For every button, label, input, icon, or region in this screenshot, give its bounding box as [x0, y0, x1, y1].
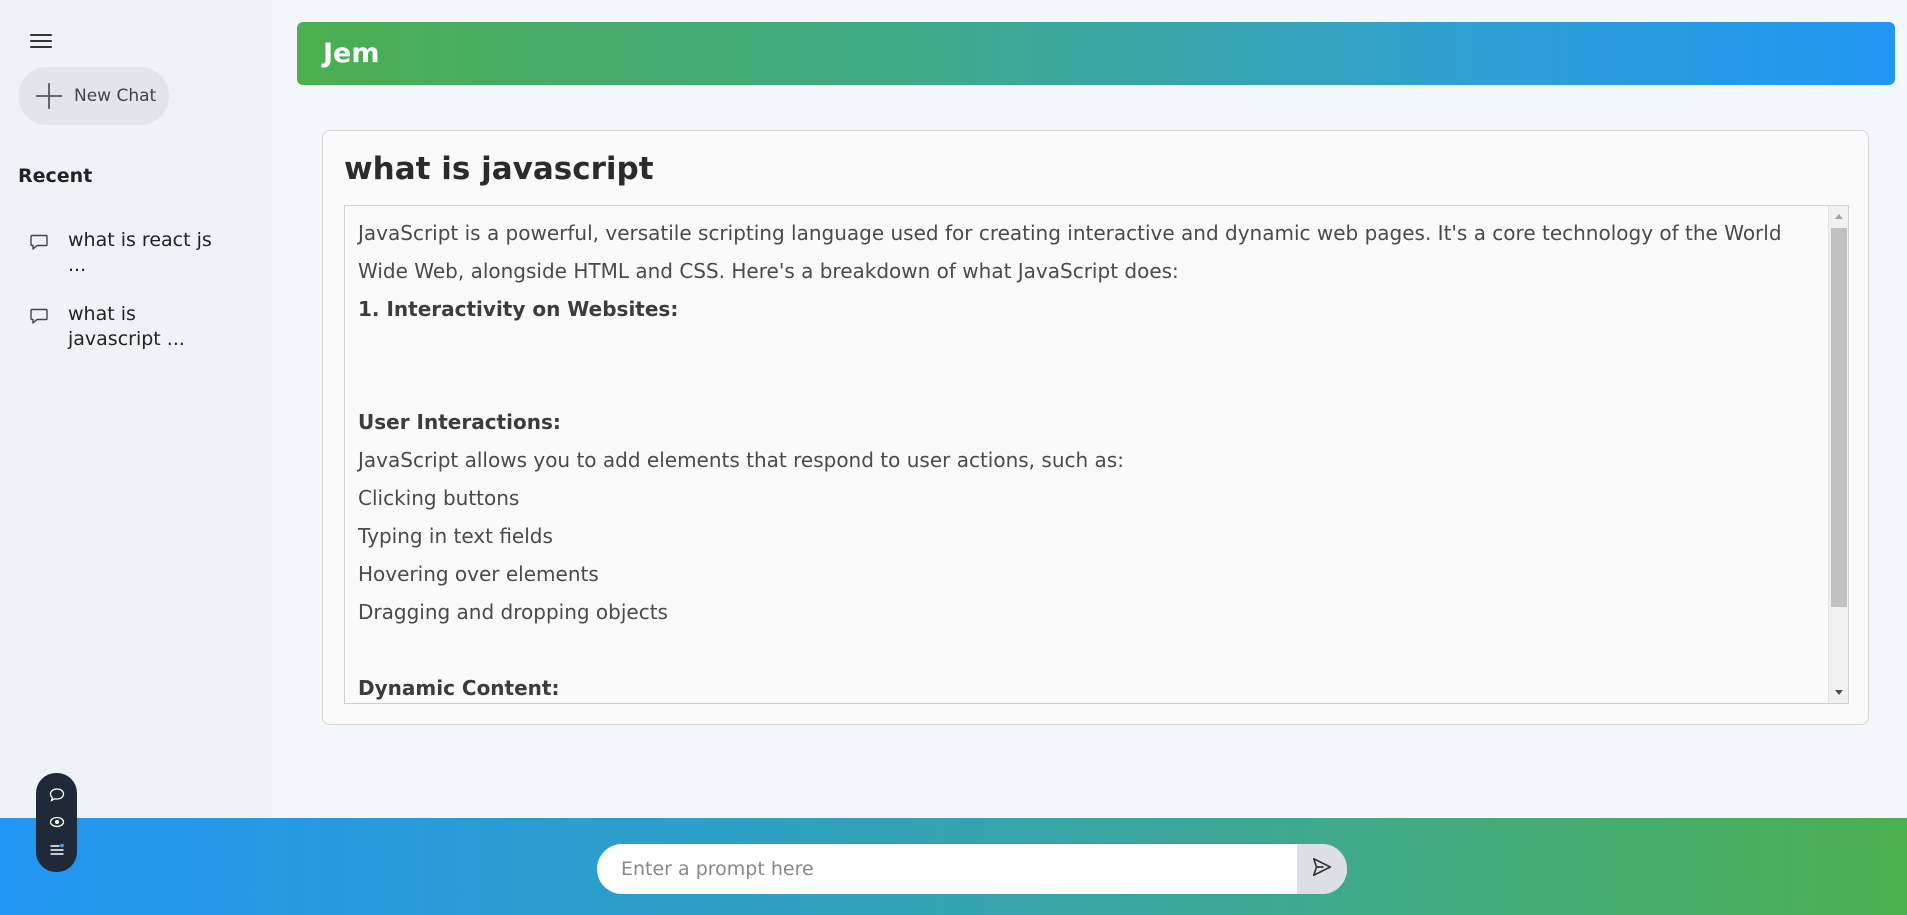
floating-toolbar — [36, 773, 77, 872]
scroll-down-arrow-icon[interactable] — [1835, 690, 1843, 695]
sidebar: New Chat Recent what is react js ... wha… — [0, 0, 272, 818]
answer-content: JavaScript is a powerful, versatile scri… — [358, 214, 1818, 703]
send-icon — [1311, 856, 1333, 882]
recent-item[interactable]: what is javascript ... — [30, 302, 218, 352]
answer-list-item: Typing in text fields — [358, 524, 553, 548]
app-title: Jem — [323, 38, 380, 69]
list-settings-icon[interactable] — [48, 841, 66, 859]
response-card: what is javascript JavaScript is a power… — [322, 130, 1869, 725]
answer-paragraph: JavaScript allows you to add elements th… — [358, 448, 1124, 472]
recent-item-label: what is javascript ... — [68, 303, 185, 350]
chat-bubble-icon — [30, 308, 48, 324]
eye-icon[interactable] — [48, 813, 66, 831]
prompt-input[interactable] — [597, 844, 1297, 894]
scroll-up-arrow-icon[interactable] — [1835, 214, 1843, 219]
new-chat-button[interactable]: New Chat — [18, 67, 169, 125]
chat-bubble-icon — [30, 234, 48, 250]
plus-icon — [36, 83, 62, 109]
prompt-container — [597, 844, 1347, 894]
answer-subheading: Dynamic Content: — [358, 676, 560, 700]
answer-list-item: Dragging and dropping objects — [358, 600, 668, 624]
hamburger-menu-icon[interactable] — [30, 30, 54, 50]
answer-list-item: Hovering over elements — [358, 562, 599, 586]
recent-item-label: what is react js ... — [68, 229, 212, 276]
recent-item[interactable]: what is react js ... — [30, 228, 218, 278]
answer-list-item: Clicking buttons — [358, 486, 520, 510]
new-chat-label: New Chat — [74, 86, 157, 106]
scrollbar-thumb[interactable] — [1831, 228, 1847, 607]
send-button[interactable] — [1297, 844, 1347, 894]
vertical-scrollbar[interactable] — [1828, 206, 1848, 703]
question-title: what is javascript — [344, 151, 654, 187]
answer-intro: JavaScript is a powerful, versatile scri… — [358, 221, 1782, 283]
answer-scroll-area[interactable]: JavaScript is a powerful, versatile scri… — [344, 205, 1849, 704]
recent-title: Recent — [18, 165, 93, 187]
app-header: Jem — [297, 22, 1895, 85]
answer-subheading: User Interactions: — [358, 410, 561, 434]
chat-bubble-icon[interactable] — [48, 786, 66, 804]
answer-heading: 1. Interactivity on Websites: — [358, 297, 679, 321]
prompt-bar — [0, 818, 1907, 915]
